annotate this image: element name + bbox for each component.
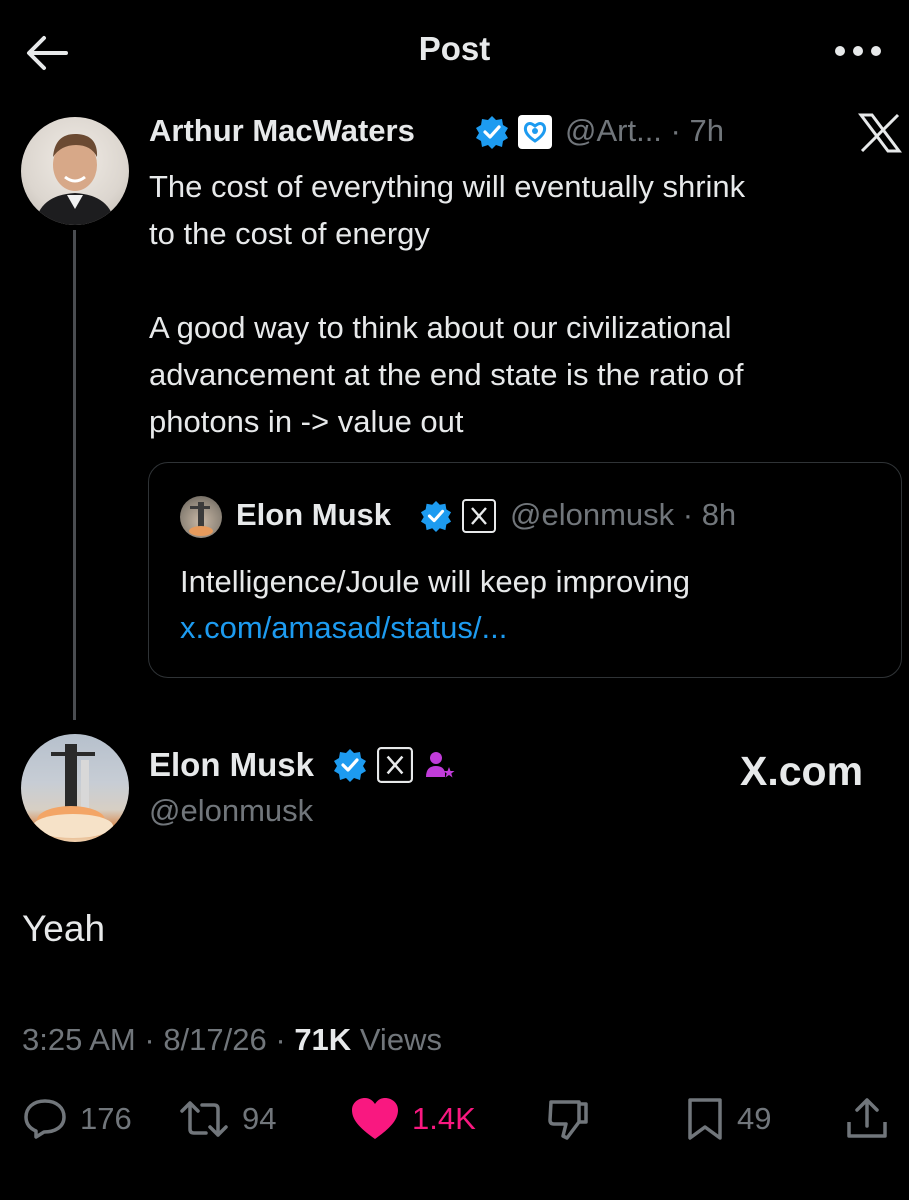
bookmark-icon (688, 1098, 722, 1140)
x-logo-icon (858, 113, 902, 153)
share-button[interactable] (845, 1094, 901, 1144)
post-meta: 3:25 AM · 8/17/26 · 71K Views (22, 1022, 442, 1057)
avatar-elon[interactable] (21, 734, 129, 842)
reply-icon (24, 1099, 66, 1139)
bookmark-count: 49 (737, 1101, 772, 1136)
avatar-arthur[interactable] (21, 117, 129, 225)
repost-button[interactable]: 94 (178, 1094, 276, 1144)
post-text: The cost of everything will eventually s… (149, 163, 879, 445)
subscriber-badge-icon (425, 752, 455, 778)
verified-badge-icon (476, 116, 508, 149)
like-button[interactable]: 1.4K (350, 1094, 476, 1144)
author-handle-time: @Art... · 7h (565, 113, 724, 148)
x-affiliate-badge-icon (462, 499, 497, 533)
post-date: 8/17/26 (163, 1022, 267, 1057)
post-text-line: A good way to think about our civilizati… (149, 310, 732, 345)
verified-badge-icon (420, 500, 452, 532)
more-options-button[interactable] (832, 38, 884, 64)
xcom-watermark: X.com (740, 748, 864, 794)
quoted-handle-time: @elonmusk · 8h (510, 497, 737, 532)
thread-line (73, 230, 76, 720)
badges (475, 114, 553, 150)
quoted-text: Intelligence/Joule will keep improving (180, 564, 691, 599)
quoted-link[interactable]: x.com/amasad/status/... (180, 604, 507, 651)
badges (333, 747, 456, 787)
share-icon (847, 1098, 887, 1138)
views-count: 71K (294, 1022, 352, 1057)
reply-count: 176 (80, 1101, 132, 1136)
author-name[interactable]: Arthur MacWaters (149, 113, 415, 149)
heart-badge-icon (518, 115, 553, 149)
avatar-image (33, 744, 113, 838)
author-handle: @elonmusk (149, 793, 314, 828)
author-name[interactable]: Elon Musk (149, 746, 314, 784)
quoted-badges (420, 499, 497, 535)
post-text: Yeah (22, 908, 106, 949)
views-label: Views (359, 1022, 442, 1057)
reply-button[interactable]: 176 (22, 1094, 132, 1144)
post-text-line: advancement at the end state is the rati… (149, 357, 744, 392)
post-text-line: The cost of everything will eventually s… (149, 169, 746, 204)
repost-count: 94 (242, 1101, 277, 1136)
post-text-line: to the cost of energy (149, 216, 430, 251)
post-text-line: photons in -> value out (149, 404, 464, 439)
bookmark-button[interactable]: 49 (685, 1094, 771, 1144)
thumbs-down-icon (548, 1100, 588, 1140)
heart-filled-icon (352, 1098, 398, 1139)
page-title: Post (418, 30, 491, 67)
x-affiliate-badge-icon (377, 747, 414, 783)
more-horizontal-icon (835, 46, 881, 56)
quoted-author-name[interactable]: Elon Musk (236, 497, 391, 533)
like-count: 1.4K (412, 1101, 476, 1136)
avatar-image (35, 133, 115, 225)
dislike-button[interactable] (545, 1094, 603, 1144)
verified-badge-icon (334, 749, 366, 782)
quoted-avatar (180, 496, 222, 538)
repost-icon (180, 1101, 228, 1137)
post-time: 3:25 AM (22, 1022, 136, 1057)
